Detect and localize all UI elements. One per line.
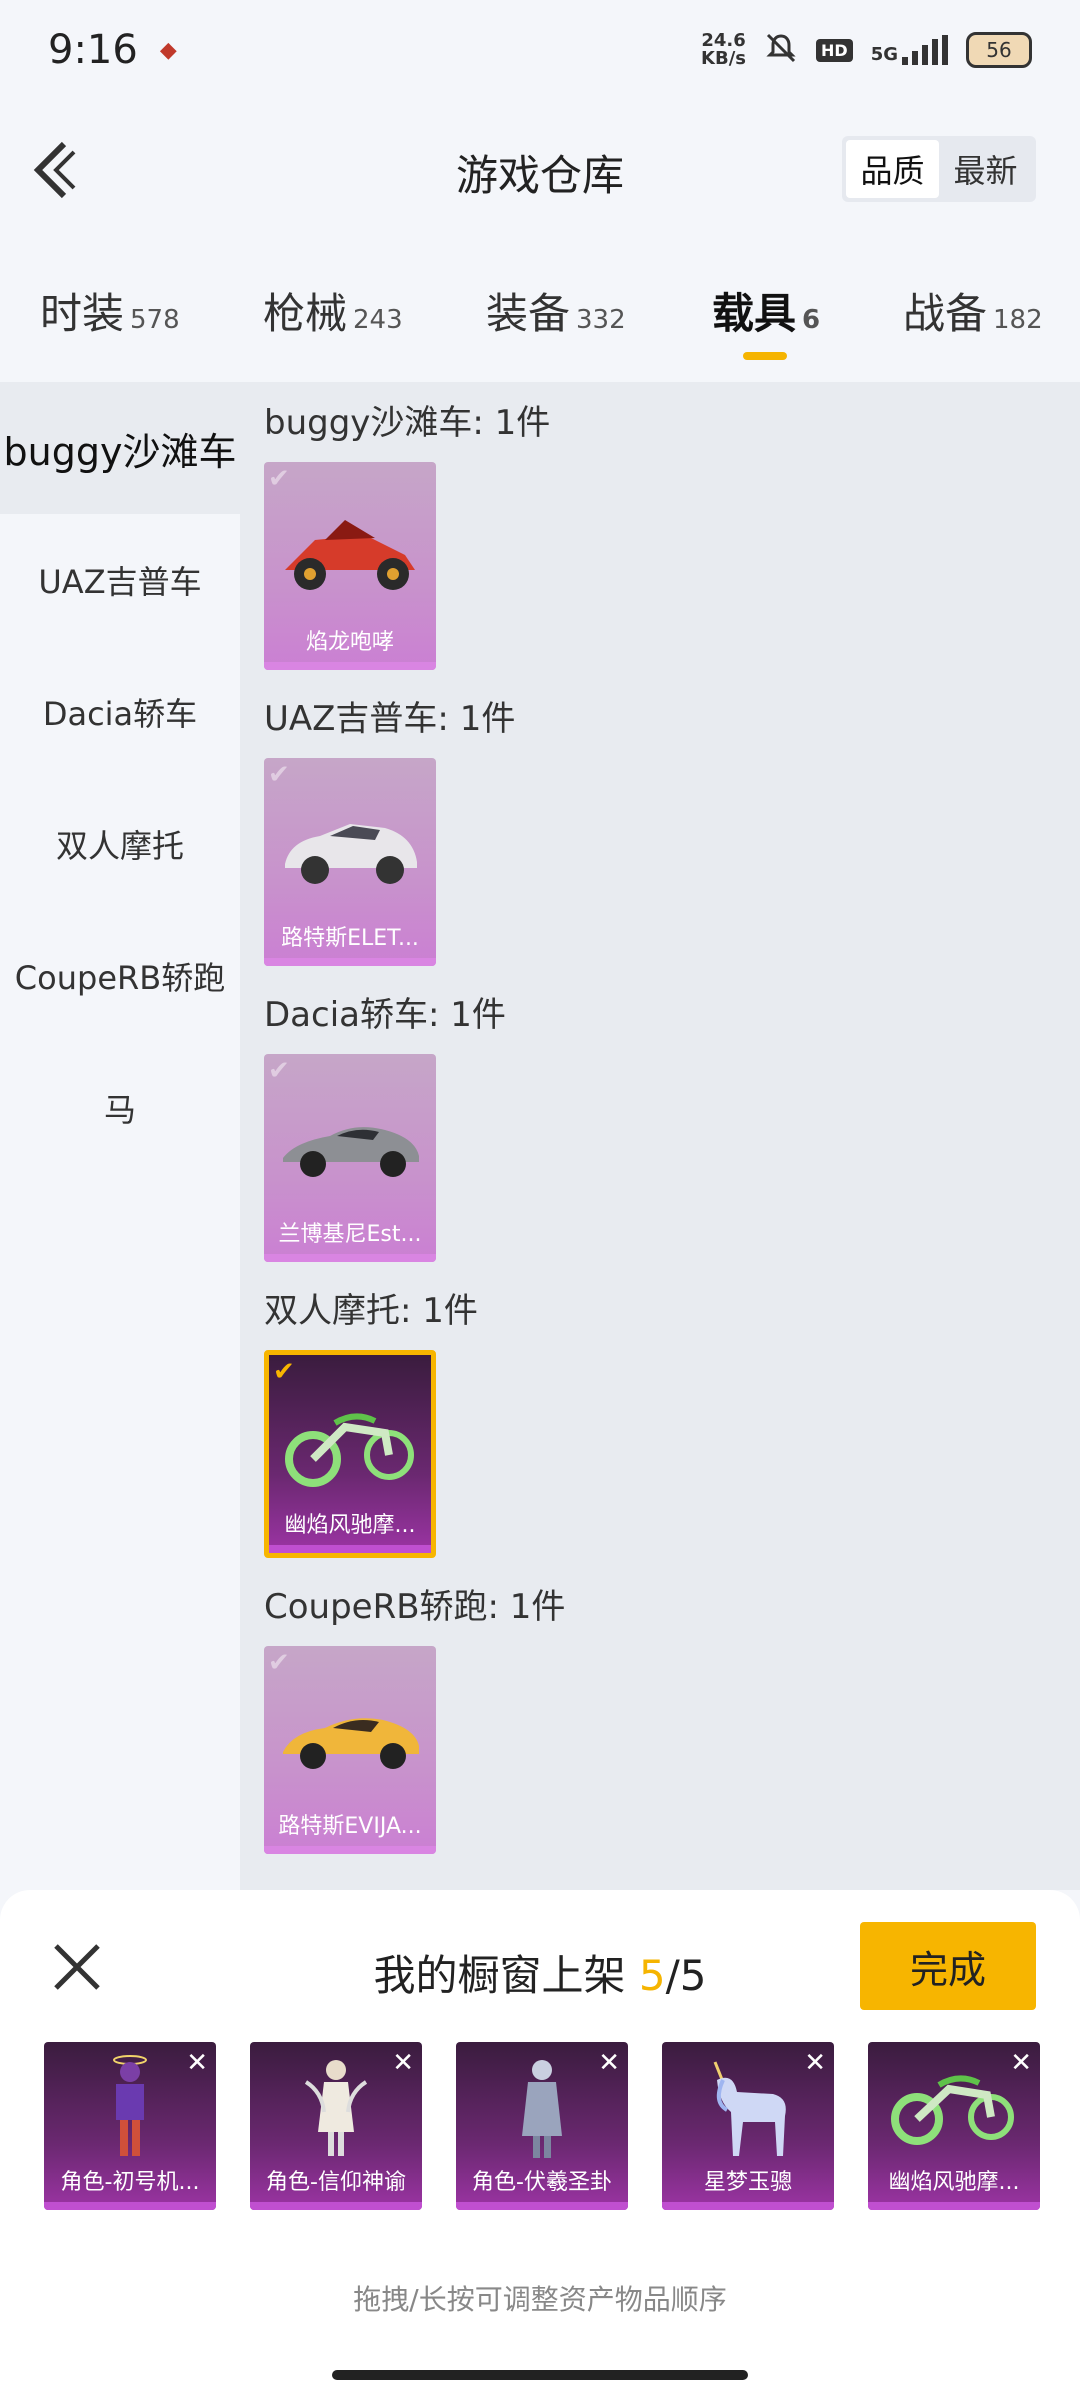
group-title: Dacia轿车: 1件 [264,995,506,1035]
tab-guns[interactable]: 枪械 243 [263,280,403,341]
sidebar-item-motorbike[interactable]: 双人摩托 [0,778,240,910]
item-card[interactable]: ✔ 路特斯ELET... [264,758,436,966]
tab-supplies[interactable]: 战备 182 [903,280,1043,341]
group-title: CoupeRB轿跑: 1件 [264,1587,566,1627]
slot-name: 角色-初号机... [60,2170,200,2195]
sort-newest-button[interactable]: 最新 [939,140,1032,198]
grey-sportscar-icon [264,1082,436,1202]
sort-toggle: 品质 最新 [842,136,1036,202]
character-warrior-icon [456,2052,628,2162]
sidebar-item-buggy[interactable]: buggy沙滩车 [0,382,240,514]
reorder-hint: 拖拽/长按可调整资产物品顺序 [353,2283,727,2316]
showcase-slot[interactable]: ✕ 星梦玉骢 [662,2042,834,2210]
character-robot-icon [44,2052,216,2162]
group-title: 双人摩托: 1件 [264,1291,478,1331]
group-buggy: buggy沙滩车: 1件 ✔ 焰龙咆哮 [264,398,550,670]
network-speed: 24.6 KB/s [701,30,747,69]
item-card[interactable]: ✔ 路特斯EVIJA... [264,1646,436,1854]
group-motorbike: 双人摩托: 1件 ✔ 幽焰风驰摩... [264,1286,478,1558]
yellow-sportscar-icon [264,1674,436,1794]
sidebar-item-coupe[interactable]: CoupeRB轿跑 [0,910,240,1042]
showcase-sheet: 我的橱窗上架 5/5 完成 ✕ 角色-初号机... ✕ 角色-信仰神谕 ✕ 角色… [0,1890,1080,2400]
group-title: UAZ吉普车: 1件 [264,699,516,739]
tab-fashion[interactable]: 时装 578 [40,280,180,341]
group-dacia: Dacia轿车: 1件 ✔ 兰博基尼Est... [264,990,506,1262]
slot-name: 角色-信仰神谕 [266,2170,406,2195]
tab-vehicles[interactable]: 载具 6 [712,280,820,341]
vehicle-list: buggy沙滩车: 1件 ✔ 焰龙咆哮 UAZ吉普车: 1件 ✔ 路特斯ELET… [240,382,1080,1890]
item-card[interactable]: ✔ 焰龙咆哮 [264,462,436,670]
slot-name: 角色-伏羲圣卦 [472,2170,612,2195]
item-card[interactable]: ✔ 兰博基尼Est... [264,1054,436,1262]
group-uaz: UAZ吉普车: 1件 ✔ 路特斯ELET... [264,694,515,966]
network-type: 5G [870,44,898,65]
green-motorbike-icon [868,2052,1040,2162]
green-motorbike-icon [269,1383,431,1503]
group-coupe: CoupeRB轿跑: 1件 ✔ 路特斯EVIJA... [264,1582,565,1854]
item-name: 兰博基尼Est... [278,1222,422,1247]
item-name: 路特斯EVIJA... [278,1814,422,1839]
mute-icon [764,31,798,69]
sort-quality-button[interactable]: 品质 [846,140,939,198]
item-card-selected[interactable]: ✔ 幽焰风驰摩... [264,1350,436,1558]
battery-icon: 56 [966,32,1032,68]
hd-badge: HD [816,38,853,62]
showcase-slot[interactable]: ✕ 角色-初号机... [44,2042,216,2210]
status-bar: 9:16 ◆ 24.6 KB/s HD 5G 56 [0,0,1080,100]
showcase-slot[interactable]: ✕ 角色-信仰神谕 [250,2042,422,2210]
item-name: 路特斯ELET... [281,926,419,951]
group-title: buggy沙滩车: 1件 [264,403,551,443]
vehicle-type-sidebar: buggy沙滩车 UAZ吉普车 Dacia轿车 双人摩托 CoupeRB轿跑 马 [0,382,240,1890]
white-suv-icon [264,786,436,906]
item-name: 幽焰风驰摩... [284,1513,416,1538]
showcase-slot[interactable]: ✕ 角色-伏羲圣卦 [456,2042,628,2210]
done-button[interactable]: 完成 [860,1922,1036,2010]
slot-name: 幽焰风驰摩... [888,2170,1020,2195]
home-indicator[interactable] [332,2370,748,2380]
slot-name: 星梦玉骢 [703,2170,792,2195]
active-tab-indicator [743,352,787,360]
red-buggy-icon [264,490,436,610]
showcase-slots: ✕ 角色-初号机... ✕ 角色-信仰神谕 ✕ 角色-伏羲圣卦 ✕ 星梦玉骢 ✕… [44,2042,1040,2210]
sidebar-item-horse[interactable]: 马 [0,1042,240,1174]
tab-equipment[interactable]: 装备 332 [486,280,626,341]
sidebar-item-uaz[interactable]: UAZ吉普车 [0,514,240,646]
showcase-slot[interactable]: ✕ 幽焰风驰摩... [868,2042,1040,2210]
notification-icon: ◆ [159,37,177,63]
signal-icon [902,35,948,65]
item-name: 焰龙咆哮 [305,630,394,655]
unicorn-icon [662,2052,834,2162]
sidebar-item-dacia[interactable]: Dacia轿车 [0,646,240,778]
character-angel-icon [250,2052,422,2162]
app-header: 游戏仓库 品质 最新 [0,120,1080,220]
status-time: 9:16 [48,27,138,73]
